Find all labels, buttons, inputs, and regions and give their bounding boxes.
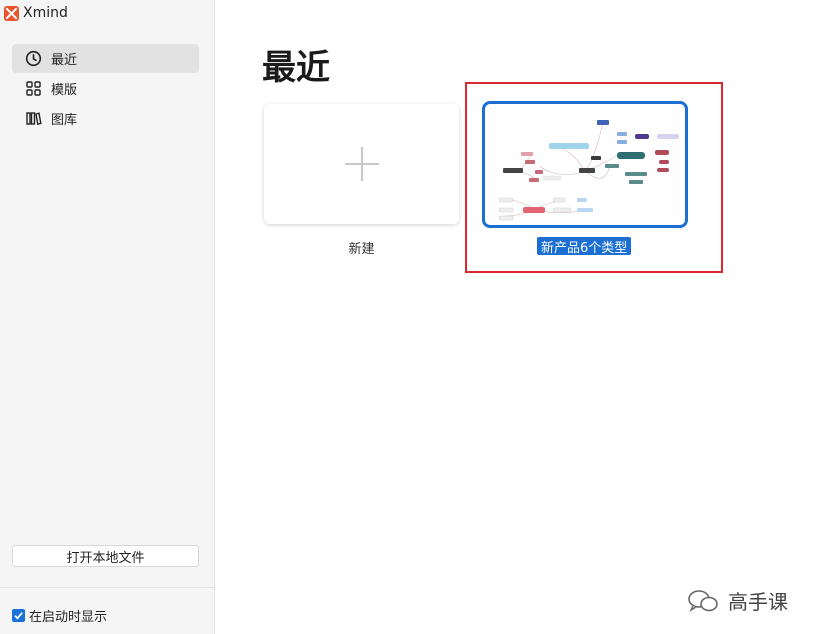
chat-bubbles-icon	[688, 589, 718, 612]
clock-icon	[25, 50, 42, 67]
show-on-startup-option[interactable]: 在启动时显示	[12, 606, 107, 625]
xmind-logo-icon	[4, 5, 19, 21]
open-local-file-button[interactable]: 打开本地文件	[12, 545, 199, 567]
sidebar-item-library[interactable]: 图库	[12, 104, 199, 133]
page-title: 最近	[262, 48, 330, 88]
sidebar-item-label: 图库	[51, 113, 78, 128]
watermark-text: 高手课	[728, 590, 788, 614]
recent-file-thumbnail[interactable]	[482, 101, 688, 228]
library-icon	[25, 110, 42, 127]
sidebar-divider	[0, 587, 214, 588]
sidebar-item-label: 模版	[51, 83, 78, 98]
sidebar-item-templates[interactable]: 模版	[12, 74, 199, 103]
template-grid-icon	[25, 80, 42, 97]
show-on-startup-checkbox[interactable]	[12, 609, 25, 622]
app-name: Xmind	[23, 5, 68, 21]
watermark: 高手课	[686, 586, 788, 615]
sidebar-item-label: 最近	[51, 53, 78, 68]
show-on-startup-label: 在启动时显示	[29, 610, 108, 625]
app-brand: Xmind	[4, 4, 68, 22]
new-file-card[interactable]	[264, 104, 459, 224]
sidebar-nav: 最近 模版 图库	[12, 44, 199, 134]
recent-file-name[interactable]: 新产品6个类型	[537, 237, 632, 256]
plus-icon	[344, 147, 379, 181]
new-file-label: 新建	[348, 242, 375, 257]
sidebar-item-recent[interactable]: 最近	[12, 44, 199, 73]
sidebar: Xmind 最近 模版 图库 打开本地文件 在启动时显示	[0, 0, 215, 634]
mindmap-preview	[498, 120, 679, 221]
